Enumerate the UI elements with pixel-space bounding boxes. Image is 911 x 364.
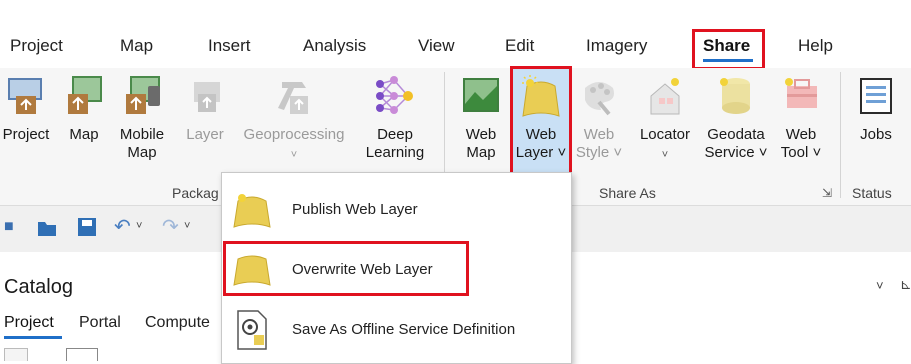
- catalog-toolbar-button[interactable]: [66, 348, 98, 361]
- menu-item-label: Save As Offline Service Definition: [292, 321, 516, 338]
- catalog-tab-project[interactable]: Project: [4, 314, 54, 332]
- tab-analysis[interactable]: Analysis: [303, 36, 366, 56]
- hammer-icon: [278, 82, 308, 114]
- tab-map[interactable]: Map: [120, 36, 153, 56]
- package-project-icon: [8, 78, 42, 114]
- web-tool-toolbox-icon: [785, 78, 817, 108]
- overwrite-web-layer-highlight: [223, 241, 469, 296]
- neural-network-icon: [376, 76, 413, 114]
- catalog-toolbar-button[interactable]: [4, 348, 28, 361]
- tab-edit[interactable]: Edit: [505, 36, 534, 56]
- dialog-launcher-icon[interactable]: ⇲: [822, 186, 832, 200]
- package-map-icon: [68, 76, 102, 114]
- group-label-package: Packag: [172, 185, 219, 201]
- menu-item-label: Publish Web Layer: [292, 201, 418, 218]
- group-separator: [840, 72, 841, 198]
- web-map-icon: [463, 78, 499, 112]
- tab-help[interactable]: Help: [798, 36, 833, 56]
- locator-house-icon: [650, 78, 680, 115]
- catalog-tab-computer[interactable]: Compute: [145, 314, 210, 332]
- redo-dropdown-icon[interactable]: ˅: [184, 220, 190, 232]
- tab-insert[interactable]: Insert: [208, 36, 251, 56]
- pane-options-chevron-icon[interactable]: ˅: [876, 278, 884, 293]
- package-layer-icon: [194, 82, 220, 112]
- menu-item-publish-web-layer[interactable]: Publish Web Layer: [222, 183, 571, 239]
- service-definition-icon: [237, 310, 267, 350]
- new-project-icon[interactable]: ■: [4, 218, 14, 236]
- tab-view[interactable]: View: [418, 36, 455, 56]
- redo-icon[interactable]: ↷: [162, 214, 179, 239]
- catalog-active-tab-indicator: [4, 336, 62, 339]
- mobile-map-icon: [126, 76, 160, 114]
- pin-icon[interactable]: ⊾: [900, 276, 911, 293]
- web-style-icon: [585, 82, 614, 116]
- catalog-tab-portal[interactable]: Portal: [79, 314, 121, 332]
- share-tab-highlight: [692, 29, 765, 70]
- group-label-share-as: Share As: [599, 185, 656, 201]
- tab-project[interactable]: Project: [10, 36, 63, 56]
- jobs-list-icon: [860, 78, 892, 114]
- undo-icon[interactable]: ↶: [114, 214, 131, 239]
- catalog-title: Catalog: [4, 276, 73, 298]
- undo-dropdown-icon[interactable]: ˅: [136, 220, 142, 232]
- open-project-icon[interactable]: [36, 218, 58, 238]
- save-project-icon[interactable]: [76, 216, 98, 238]
- web-layer-icon: [233, 194, 271, 228]
- tab-imagery[interactable]: Imagery: [586, 36, 647, 56]
- group-label-status: Status: [852, 185, 892, 201]
- geodata-database-icon: [720, 78, 750, 114]
- menu-item-save-offline-service-definition[interactable]: Save As Offline Service Definition: [222, 303, 571, 359]
- web-layer-highlight: [510, 66, 572, 176]
